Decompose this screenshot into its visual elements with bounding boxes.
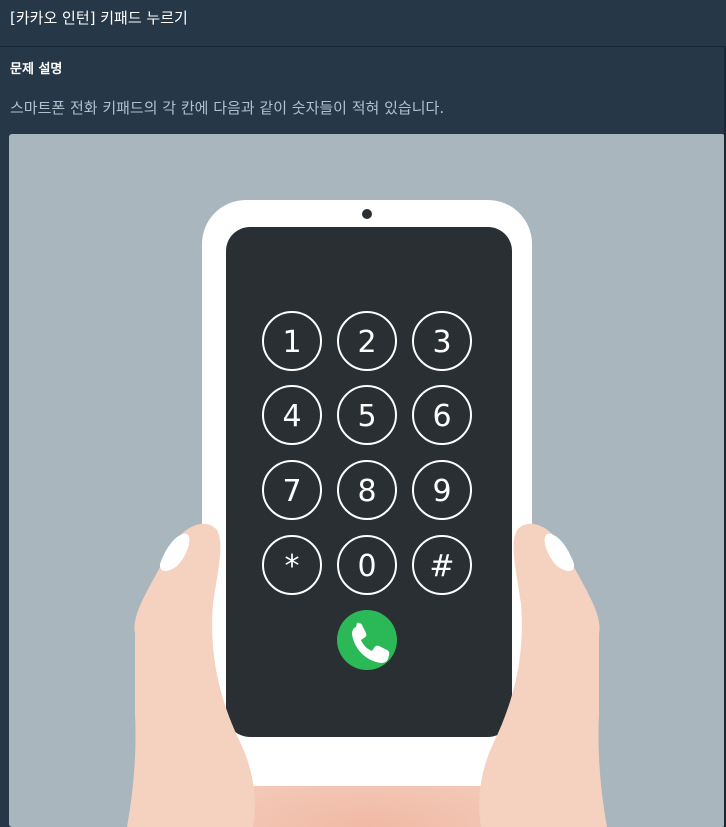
keypad-key-label: *	[285, 549, 300, 584]
keypad-key-label: 3	[432, 325, 451, 360]
keypad-key-label: 6	[432, 399, 451, 434]
keypad-illustration: 1 2 3 4 5 6 7 8 9 * 0 #	[9, 134, 725, 827]
keypad-key-label: #	[429, 549, 454, 584]
keypad-key-label: 2	[357, 325, 376, 360]
keypad-key-label: 7	[282, 474, 301, 509]
problem-header: [카카오 인턴] 키패드 누르기	[0, 0, 726, 47]
problem-title: [카카오 인턴] 키패드 누르기	[10, 9, 188, 27]
call-button	[337, 610, 397, 670]
section-title: 문제 설명	[10, 62, 63, 77]
problem-description: 스마트폰 전화 키패드의 각 칸에 다음과 같이 숫자들이 적혀 있습니다.	[10, 99, 445, 117]
keypad-key-label: 4	[282, 399, 301, 434]
phone-camera	[362, 209, 372, 219]
keypad-key-label: 0	[357, 549, 376, 584]
keypad-key-label: 5	[357, 399, 376, 434]
phone-keypad-svg: 1 2 3 4 5 6 7 8 9 * 0 #	[127, 200, 607, 827]
keypad-key-label: 9	[432, 474, 451, 509]
keypad-key-label: 8	[357, 474, 376, 509]
problem-content: 문제 설명 스마트폰 전화 키패드의 각 칸에 다음과 같이 숫자들이 적혀 있…	[0, 47, 726, 827]
keypad-key-label: 1	[282, 325, 301, 360]
